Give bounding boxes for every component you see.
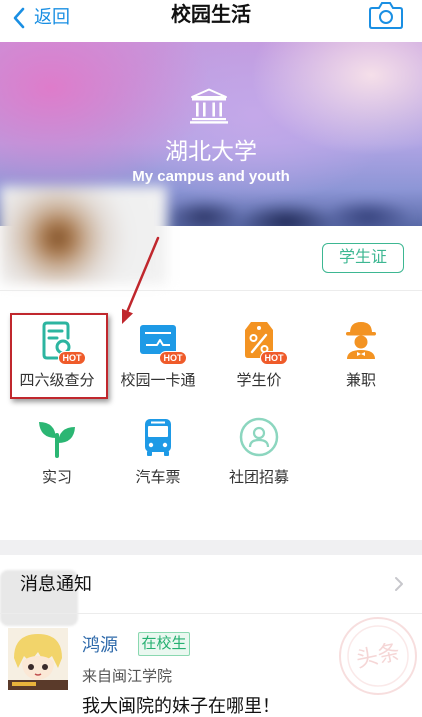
page-title: 校园生活 xyxy=(171,4,251,26)
avatar[interactable] xyxy=(8,628,68,690)
service-item-internship[interactable]: 实习 xyxy=(7,415,107,499)
post-author[interactable]: 鸿源 xyxy=(82,633,118,657)
watermark-stamp: 头条 xyxy=(338,616,418,696)
banner-slogan: My campus and youth xyxy=(132,168,290,185)
service-label: 兼职 xyxy=(345,372,376,389)
hot-badge: HOT xyxy=(260,351,288,365)
annotation-arrow xyxy=(122,236,160,324)
student-card-button[interactable]: 学生证 xyxy=(322,243,404,273)
service-item-campus-card[interactable]: HOT 校园一卡通 xyxy=(108,318,208,402)
post-text: 我大闽院的妹子在哪里！ xyxy=(82,696,280,716)
annotation-highlight-box xyxy=(10,313,108,399)
hot-badge: HOT xyxy=(159,351,187,365)
notifications-header[interactable]: 消息通知 xyxy=(0,555,422,613)
post-source: 来自闽江学院 xyxy=(82,668,173,685)
student-status-badge: 在校生 xyxy=(138,632,190,656)
service-label: 校园一卡通 xyxy=(120,372,196,389)
school-name: 湖北大学 xyxy=(165,138,257,164)
bus-icon xyxy=(136,415,180,459)
service-item-club-recruit[interactable]: 社团招募 xyxy=(209,415,309,499)
chevron-left-icon xyxy=(12,7,26,29)
camera-button[interactable] xyxy=(368,0,404,30)
service-label: 社团招募 xyxy=(228,469,289,486)
service-label: 汽车票 xyxy=(135,469,181,486)
notifications-title: 消息通知 xyxy=(20,574,92,594)
chevron-right-icon xyxy=(394,576,404,592)
service-label: 学生价 xyxy=(236,372,282,389)
service-item-part-time[interactable]: 兼职 xyxy=(311,318,411,402)
service-item-bus-ticket[interactable]: 汽车票 xyxy=(108,415,208,499)
list-item[interactable]: 头条 鸿源 在校生 来自闽江学院 我大闽院的妹子在哪里！ xyxy=(0,614,422,717)
club-recruit-icon xyxy=(237,415,281,459)
section-separator xyxy=(0,540,422,555)
part-time-worker-icon xyxy=(339,318,383,362)
service-item-student-price[interactable]: HOT 学生价 xyxy=(209,318,309,402)
banner-crowd-background xyxy=(150,182,422,226)
service-label: 实习 xyxy=(41,469,72,486)
internship-sprout-icon xyxy=(35,415,79,459)
section-divider xyxy=(0,290,422,291)
camera-icon xyxy=(369,1,403,29)
nav-bar: 返回 校园生活 xyxy=(0,0,422,42)
back-button[interactable]: 返回 xyxy=(10,3,82,33)
university-building-icon xyxy=(189,88,229,124)
back-label: 返回 xyxy=(34,7,70,27)
